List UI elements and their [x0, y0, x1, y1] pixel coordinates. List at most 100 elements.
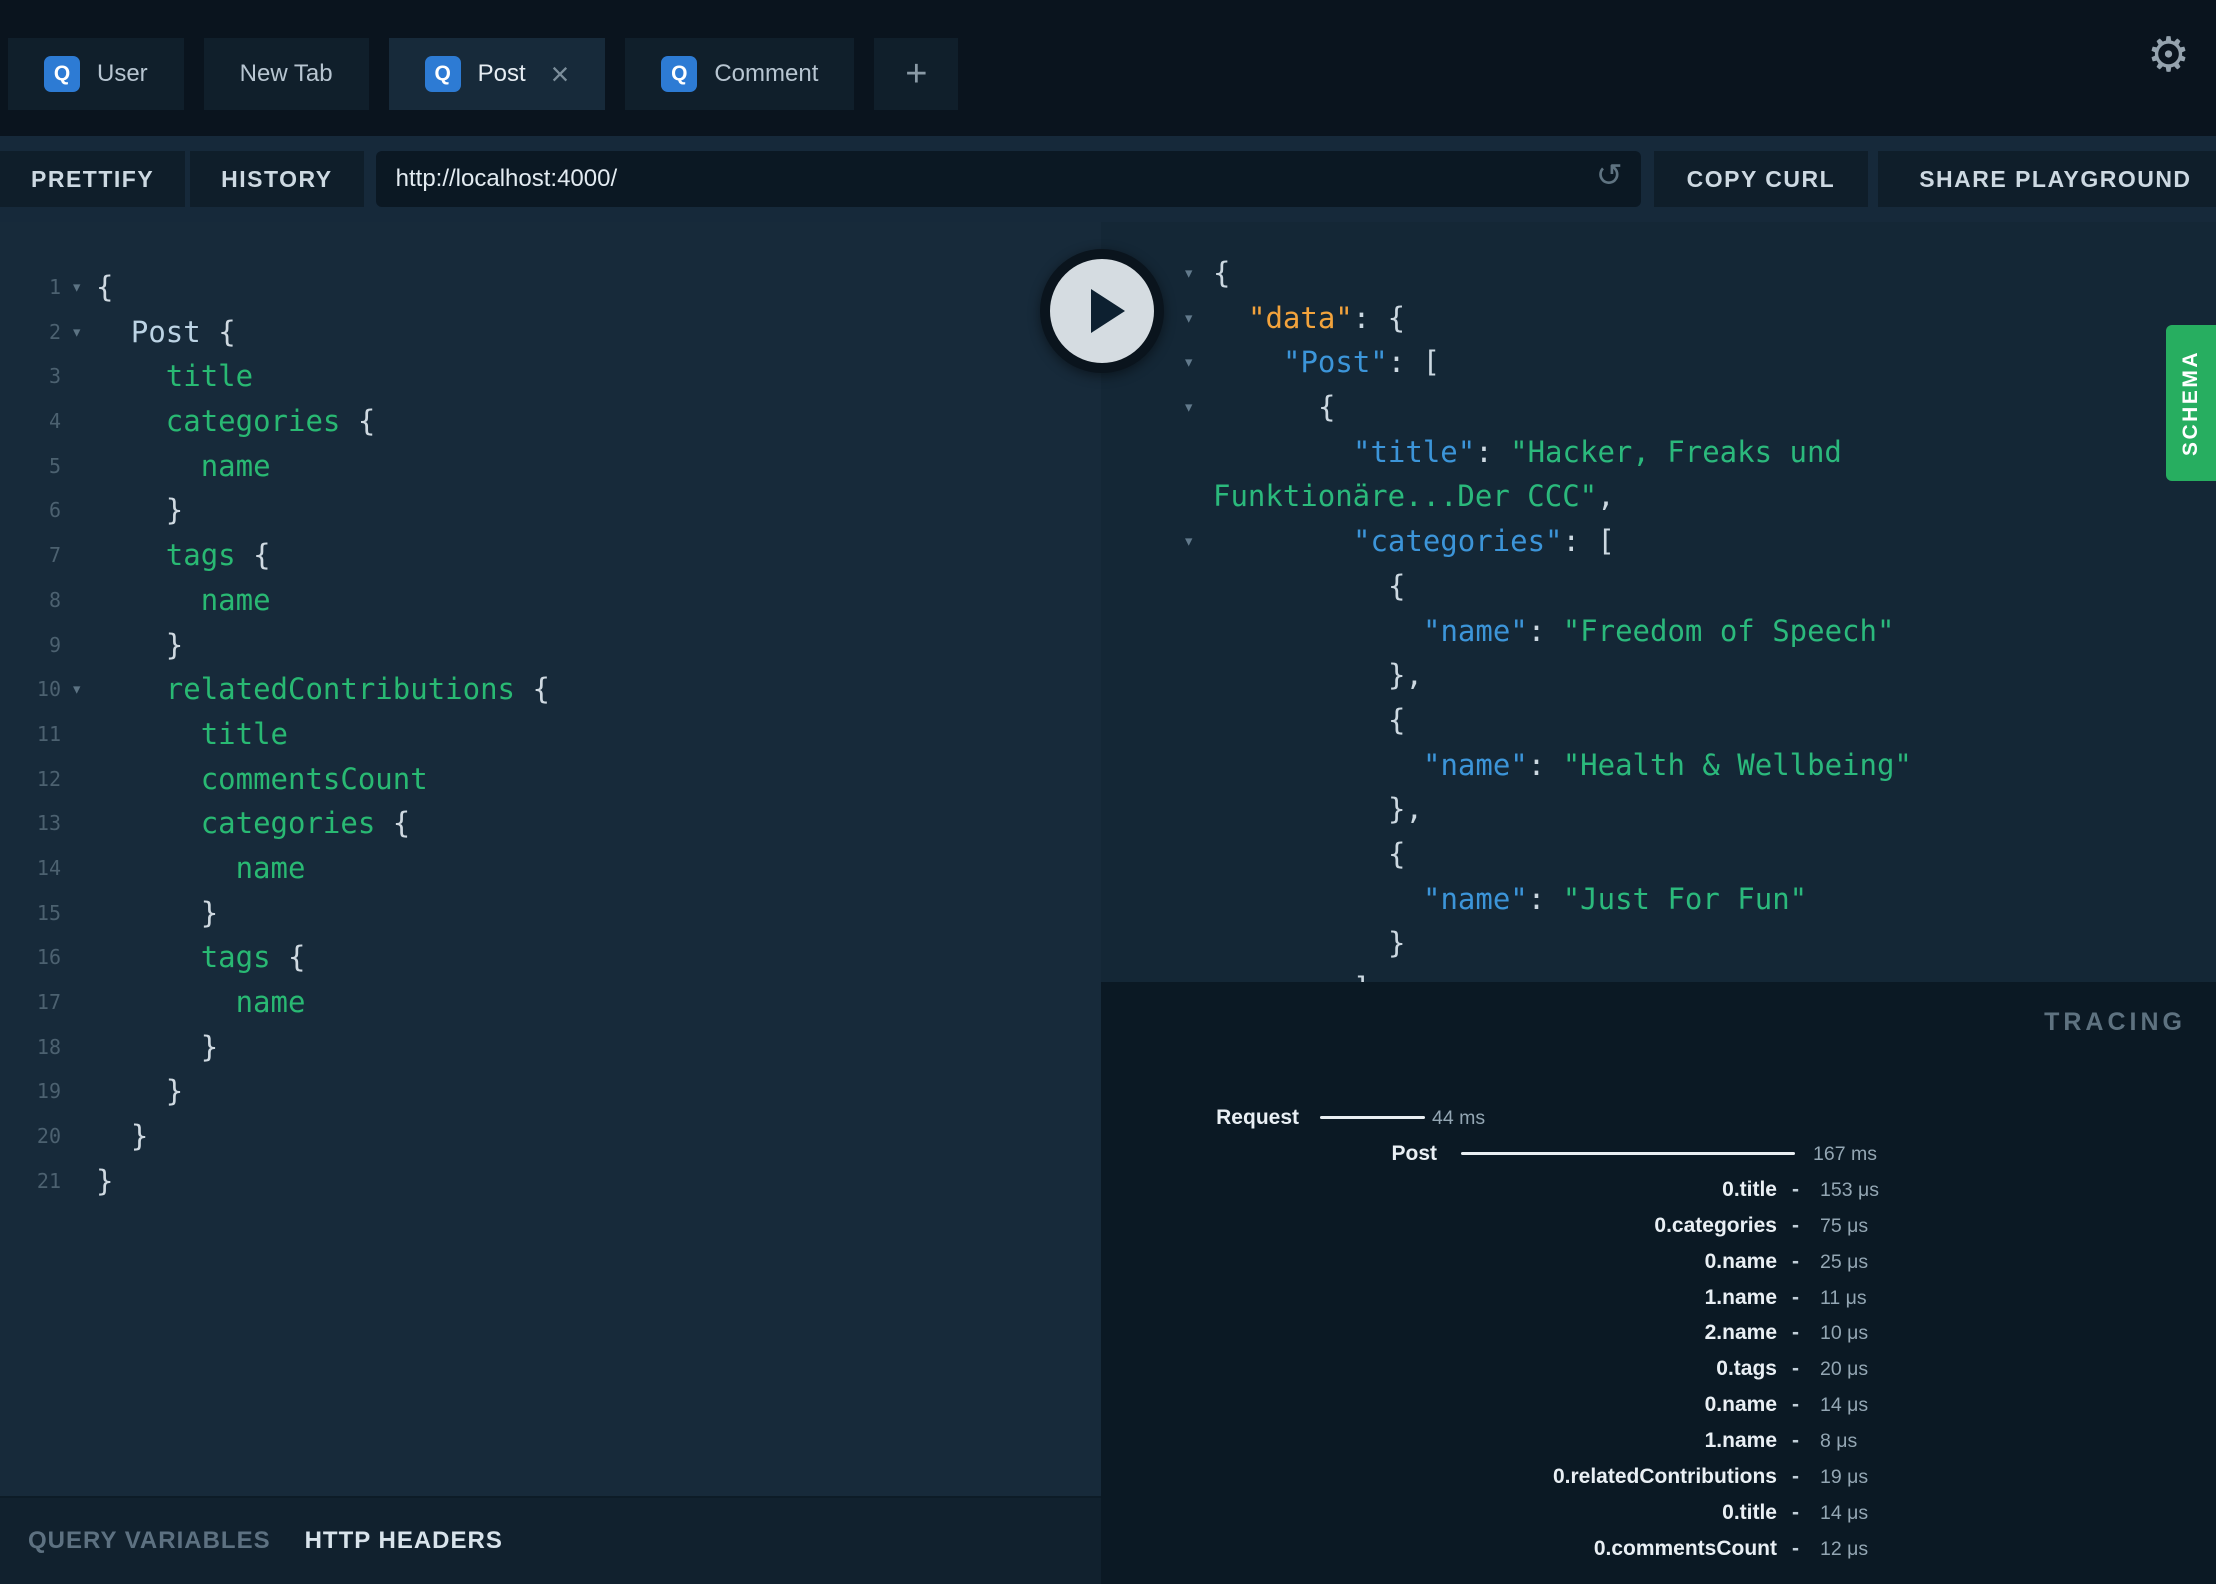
editor-line-text: categories { [165, 404, 376, 439]
reload-schema-icon[interactable]: ↺ [1596, 159, 1623, 191]
editor-line[interactable]: 11 title [0, 712, 1101, 757]
toolbar: PRETTIFY HISTORY ↺ COPY CURL SHARE PLAYG… [0, 136, 2216, 222]
fold-arrow-icon[interactable]: ▾ [1183, 340, 1194, 385]
prettify-button[interactable]: PRETTIFY [0, 151, 186, 207]
editor-line[interactable]: 4 categories { [0, 399, 1101, 444]
history-button[interactable]: HISTORY [190, 151, 364, 207]
fold-arrow-icon[interactable]: ▾ [71, 265, 82, 310]
line-number: 5 [48, 453, 61, 478]
response-line: }, [1388, 792, 1423, 827]
tracing-span-duration: 153 μs [1820, 1178, 1879, 1201]
execute-query-button[interactable] [1040, 249, 1164, 373]
tracing-span-dash: - [1792, 1465, 1799, 1488]
editor-line[interactable]: 8 name [0, 578, 1101, 623]
share-playground-button[interactable]: SHARE PLAYGROUND [1878, 151, 2216, 207]
tracing-panel-toggle[interactable]: TRACING [2044, 1008, 2186, 1037]
fold-arrow-icon[interactable]: ▾ [1183, 385, 1194, 430]
editor-line[interactable]: 14 name [0, 846, 1101, 891]
tracing-span-duration: 14 μs [1820, 1501, 1869, 1524]
tab-label: Post [477, 60, 526, 87]
fold-arrow-icon[interactable]: ▾ [1183, 251, 1194, 296]
tracing-span-row: 0.relatedContributions -19 μs [1101, 1459, 2216, 1495]
tracing-span-row: 0.categories -75 μs [1101, 1208, 2216, 1244]
response-line: ] [1101, 966, 2216, 982]
editor-line[interactable]: 15} [0, 891, 1101, 936]
editor-line[interactable]: 2 ▾ Post { [0, 310, 1101, 355]
tracing-span-row: 1.name -11 μs [1101, 1280, 2216, 1316]
editor-line[interactable]: 5 name [0, 444, 1101, 489]
tracing-span-duration: 167 ms [1813, 1142, 1877, 1165]
tracing-span-dash: - [1792, 1249, 1799, 1273]
endpoint-url-container: ↺ [375, 151, 1641, 207]
editor-line-text: title [165, 359, 254, 394]
fold-arrow-icon[interactable]: ▾ [71, 310, 82, 355]
editor-line[interactable]: 16 tags { [0, 935, 1101, 980]
tab-new-tab[interactable]: New Tab [203, 38, 369, 110]
editor-line[interactable]: 1 ▾ { [0, 265, 1101, 310]
line-number: 2 [48, 319, 61, 344]
response-line: { [1388, 702, 1406, 737]
editor-line[interactable]: 20} [0, 1114, 1101, 1159]
query-icon: Q [661, 56, 698, 92]
close-tab-icon[interactable]: × [551, 58, 570, 90]
tracing-span-row: 2.name -10 μs [1101, 1315, 2216, 1351]
editor-line[interactable]: 9} [0, 623, 1101, 668]
line-number: 7 [48, 543, 61, 568]
line-number: 14 [36, 855, 61, 880]
fold-arrow-icon[interactable]: ▾ [1183, 519, 1194, 564]
editor-line[interactable]: 13 categories { [0, 801, 1101, 846]
tab-label: Comment [714, 60, 819, 87]
editor-line[interactable]: 21} [0, 1159, 1101, 1204]
editor-line[interactable]: 6} [0, 488, 1101, 533]
tracing-span-bar [1320, 1116, 1425, 1119]
editor-line[interactable]: 3 title [0, 354, 1101, 399]
editor-bottom-bar: QUERY VARIABLES HTTP HEADERS [0, 1496, 1101, 1584]
editor-line[interactable]: 7 tags { [0, 533, 1101, 578]
query-variables-toggle[interactable]: QUERY VARIABLES [28, 1527, 271, 1555]
editor-line-text: name [235, 985, 306, 1019]
tab-user[interactable]: Q User [8, 38, 184, 110]
fold-arrow-icon[interactable]: ▾ [1183, 296, 1194, 341]
line-number: 6 [48, 498, 61, 523]
response-line: } [1388, 926, 1406, 961]
tracing-span-bar [1461, 1151, 1795, 1155]
tracing-span-row: 1.name -8 μs [1101, 1423, 2216, 1459]
editor-line-text: relatedContributions { [165, 672, 550, 707]
tab-bar: Q User New Tab Q Post × Q Comment + ⚙ [0, 0, 2216, 136]
line-number: 15 [36, 900, 61, 925]
response-line: "title": "Hacker, Freaks und [1353, 434, 1842, 469]
tracing-span-dash: - [1792, 1536, 1799, 1560]
editor-line-text: categories { [200, 806, 411, 841]
graphql-playground: Q User New Tab Q Post × Q Comment + ⚙ PRETTIFY … [0, 0, 2216, 1584]
response-line: }, [1388, 658, 1423, 693]
query-editor-pane[interactable]: 1 ▾ {2 ▾ Post {3 title 4 categories {5 name 6} 7 ta… [0, 222, 1101, 1496]
line-number: 1 [48, 275, 61, 299]
tracing-span-label: 0.categories [1654, 1213, 1777, 1237]
line-number: 3 [48, 364, 61, 389]
settings-gear-icon[interactable]: ⚙ [2147, 32, 2190, 80]
response-line: "name": "Freedom of Speech" [1423, 613, 1895, 648]
response-line: { [1388, 568, 1406, 603]
schema-side-tab[interactable]: SCHEMA [2166, 325, 2216, 481]
editor-line[interactable]: 17 name [0, 980, 1101, 1025]
editor-line[interactable]: 10 ▾ relatedContributions { [0, 667, 1101, 712]
editor-line[interactable]: 19} [0, 1069, 1101, 1114]
line-number: 9 [48, 632, 61, 657]
fold-arrow-icon[interactable]: ▾ [71, 667, 82, 712]
endpoint-url-input[interactable] [395, 165, 1621, 193]
new-tab-button[interactable]: + [874, 38, 959, 110]
http-headers-toggle[interactable]: HTTP HEADERS [305, 1527, 503, 1555]
tab-comment[interactable]: Q Comment [625, 38, 855, 110]
editor-line[interactable]: 12 commentsCount [0, 757, 1101, 802]
copy-curl-button[interactable]: COPY CURL [1653, 151, 1869, 207]
tab-post[interactable]: Q Post × [388, 38, 606, 110]
tracing-span-label: 0.name [1704, 1393, 1777, 1417]
response-line: ▾{ [1101, 385, 2216, 430]
tracing-span-duration: 10 μs [1820, 1322, 1869, 1345]
editor-line[interactable]: 18} [0, 1025, 1101, 1070]
response-line: ▾ "data": { [1101, 296, 2216, 341]
editor-line-text: } [165, 627, 184, 662]
tab-label: New Tab [239, 60, 333, 87]
editor-line-text: } [165, 1074, 184, 1109]
tracing-span-label: 2.name [1704, 1321, 1777, 1345]
